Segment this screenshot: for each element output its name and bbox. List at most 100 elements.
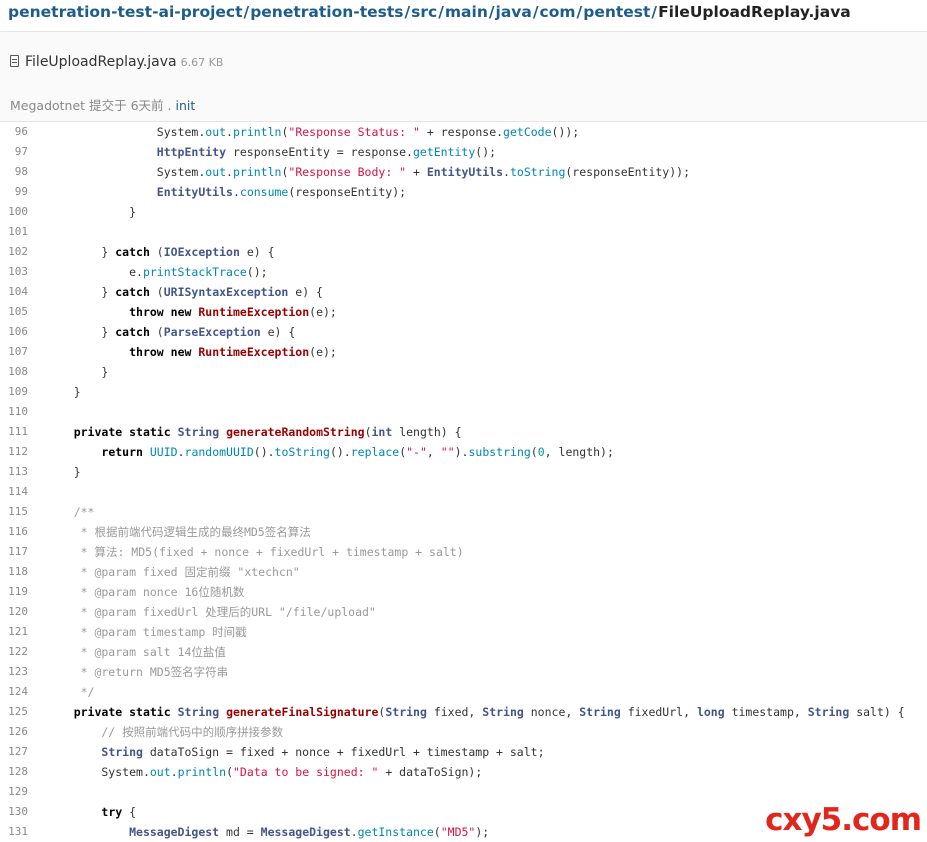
breadcrumb-link-main[interactable]: main: [445, 3, 488, 21]
breadcrumb-link-project[interactable]: penetration-test-ai-project: [8, 3, 243, 21]
line-number[interactable]: 117: [0, 542, 28, 562]
line-number[interactable]: 123: [0, 662, 28, 682]
code-token: EntityUtils: [426, 165, 504, 179]
code-text: }: [46, 202, 136, 222]
line-number[interactable]: 119: [0, 582, 28, 602]
code-token: replace: [350, 445, 400, 459]
line-number[interactable]: 125: [0, 702, 28, 722]
commit-author[interactable]: Megadotnet: [10, 98, 85, 113]
line-number[interactable]: 114: [0, 482, 28, 502]
breadcrumb-separator: /: [404, 3, 411, 21]
code-token: MessageDigest: [129, 825, 220, 839]
code-line: 106 } catch (ParseException e) {: [0, 322, 927, 342]
line-number[interactable]: 105: [0, 302, 28, 322]
line-number[interactable]: 131: [0, 822, 28, 842]
line-number[interactable]: 118: [0, 562, 28, 582]
code-token: e) {: [260, 325, 296, 339]
code-token: md =: [219, 825, 261, 839]
code-text: * @param timestamp 时间戳: [46, 622, 247, 642]
line-number[interactable]: 130: [0, 802, 28, 822]
code-token: .: [226, 125, 233, 139]
code-text: throw new RuntimeException(e);: [46, 342, 337, 362]
code-token: getEntity: [412, 145, 476, 159]
code-token: .: [170, 765, 178, 779]
code-token: private: [73, 425, 123, 439]
line-number[interactable]: 124: [0, 682, 28, 702]
code-line: 125 private static String generateFinalS…: [0, 702, 927, 722]
code-token: getCode: [503, 125, 552, 139]
code-token: + response.: [419, 125, 504, 139]
code-line: 114: [0, 482, 927, 502]
line-number[interactable]: 104: [0, 282, 28, 302]
code-token: }: [46, 325, 116, 339]
commit-message-link[interactable]: init: [175, 98, 195, 113]
code-token: new: [170, 345, 192, 359]
code-token: new: [170, 305, 192, 319]
code-token: catch: [115, 325, 150, 339]
code-token: randomUUID: [184, 445, 254, 459]
code-line: 107 throw new RuntimeException(e);: [0, 342, 927, 362]
line-number[interactable]: 107: [0, 342, 28, 362]
line-number[interactable]: 99: [0, 182, 28, 202]
code-text: } catch (URISyntaxException e) {: [46, 282, 323, 302]
code-token: toString: [509, 165, 566, 179]
line-number[interactable]: 102: [0, 242, 28, 262]
line-number[interactable]: 126: [0, 722, 28, 742]
file-size: 6.67 KB: [180, 56, 224, 69]
breadcrumb-link-pentest[interactable]: pentest: [583, 3, 650, 21]
code-token: }: [46, 365, 109, 379]
breadcrumb-link-java[interactable]: java: [496, 3, 532, 21]
code-token: out: [149, 765, 171, 779]
code-token: (: [364, 425, 372, 439]
line-number[interactable]: 121: [0, 622, 28, 642]
code-token: (responseEntity));: [565, 165, 690, 179]
line-number[interactable]: 120: [0, 602, 28, 622]
line-number[interactable]: 96: [0, 122, 28, 142]
code-text: * @param salt 14位盐值: [46, 642, 226, 662]
code-line: 121 * @param timestamp 时间戳: [0, 622, 927, 642]
line-number[interactable]: 101: [0, 222, 28, 242]
line-number[interactable]: 111: [0, 422, 28, 442]
code-token: ().: [329, 445, 351, 459]
line-number[interactable]: 128: [0, 762, 28, 782]
line-number[interactable]: 113: [0, 462, 28, 482]
breadcrumb-link-com[interactable]: com: [540, 3, 576, 21]
code-token: fixedUrl,: [620, 705, 697, 719]
line-number[interactable]: 115: [0, 502, 28, 522]
code-token: println: [232, 165, 282, 179]
line-number[interactable]: 98: [0, 162, 28, 182]
code-token: ();: [246, 265, 268, 279]
code-token: EntityUtils: [156, 185, 233, 199]
code-token: ().: [253, 445, 275, 459]
code-text: // 按照前端代码中的顺序拼接参数: [46, 722, 283, 742]
line-number[interactable]: 108: [0, 362, 28, 382]
code-line: 116 * 根据前端代码逻辑生成的最终MD5签名算法: [0, 522, 927, 542]
line-number[interactable]: 110: [0, 402, 28, 422]
breadcrumb: penetration-test-ai-project /penetration-…: [0, 0, 927, 32]
line-number[interactable]: 112: [0, 442, 28, 462]
code-token: * @return MD5签名字符串: [46, 665, 229, 679]
code-line: 126 // 按照前端代码中的顺序拼接参数: [0, 722, 927, 742]
line-number[interactable]: 129: [0, 782, 28, 802]
line-number[interactable]: 127: [0, 742, 28, 762]
line-number[interactable]: 116: [0, 522, 28, 542]
code-text: * @return MD5签名字符串: [46, 662, 229, 682]
commit-info: Megadotnet 提交于 6天前 . init: [10, 95, 195, 114]
line-number[interactable]: 106: [0, 322, 28, 342]
code-token: .: [232, 185, 240, 199]
line-number[interactable]: 97: [0, 142, 28, 162]
code-token: try: [101, 805, 123, 819]
code-line: 111 private static String generateRandom…: [0, 422, 927, 442]
breadcrumb-link-penetration-tests[interactable]: penetration-tests: [250, 3, 403, 21]
line-number[interactable]: 100: [0, 202, 28, 222]
code-token: MessageDigest: [260, 825, 351, 839]
line-number[interactable]: 103: [0, 262, 28, 282]
line-number[interactable]: 122: [0, 642, 28, 662]
line-number[interactable]: 109: [0, 382, 28, 402]
breadcrumb-link-src[interactable]: src: [411, 3, 437, 21]
